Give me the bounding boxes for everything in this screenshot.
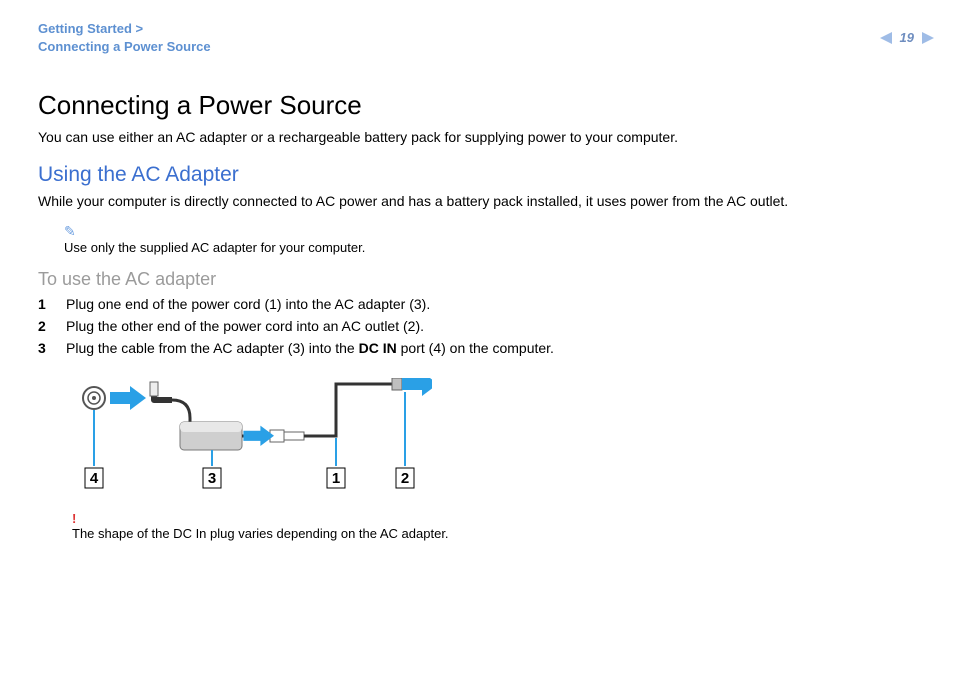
content: Connecting a Power Source You can use ei… [38,90,916,541]
step-number: 2 [38,318,66,334]
diagram-label-1: 1 [332,470,340,487]
note: ✎ Use only the supplied AC adapter for y… [64,223,916,255]
diagram-label-2: 2 [401,470,409,487]
document-page: Getting Started Connecting a Power Sourc… [0,0,954,674]
intro-text: You can use either an AC adapter or a re… [38,129,916,145]
breadcrumb-section[interactable]: Getting Started [38,21,143,36]
step-number: 1 [38,296,66,312]
next-page-icon[interactable] [920,31,934,45]
diagram-label-3: 3 [208,470,216,487]
step-text: Plug the other end of the power cord int… [66,318,424,334]
ac-adapter-diagram: 4 3 1 2 [72,378,916,503]
step-text: Plug one end of the power cord (1) into … [66,296,430,312]
page-title: Connecting a Power Source [38,90,916,121]
step-text: Plug the cable from the AC adapter (3) i… [66,340,554,356]
note-text: Use only the supplied AC adapter for you… [64,240,365,255]
pager: 19 [880,30,934,45]
list-item: 2 Plug the other end of the power cord i… [38,318,916,334]
breadcrumb: Getting Started Connecting a Power Sourc… [38,20,916,56]
breadcrumb-page[interactable]: Connecting a Power Source [38,39,211,54]
note-icon: ✎ [64,223,76,239]
list-item: 3 Plug the cable from the AC adapter (3)… [38,340,916,356]
step-list: 1 Plug one end of the power cord (1) int… [38,296,916,356]
section-heading: Using the AC Adapter [38,163,916,187]
section-text: While your computer is directly connecte… [38,193,916,209]
caution-text: The shape of the DC In plug varies depen… [72,526,449,541]
step-number: 3 [38,340,66,356]
caution: ! The shape of the DC In plug varies dep… [72,511,916,541]
page-number: 19 [900,30,914,45]
list-item: 1 Plug one end of the power cord (1) int… [38,296,916,312]
diagram-label-4: 4 [90,470,99,487]
prev-page-icon[interactable] [880,31,894,45]
subheading: To use the AC adapter [38,269,916,290]
caution-icon: ! [72,511,76,526]
